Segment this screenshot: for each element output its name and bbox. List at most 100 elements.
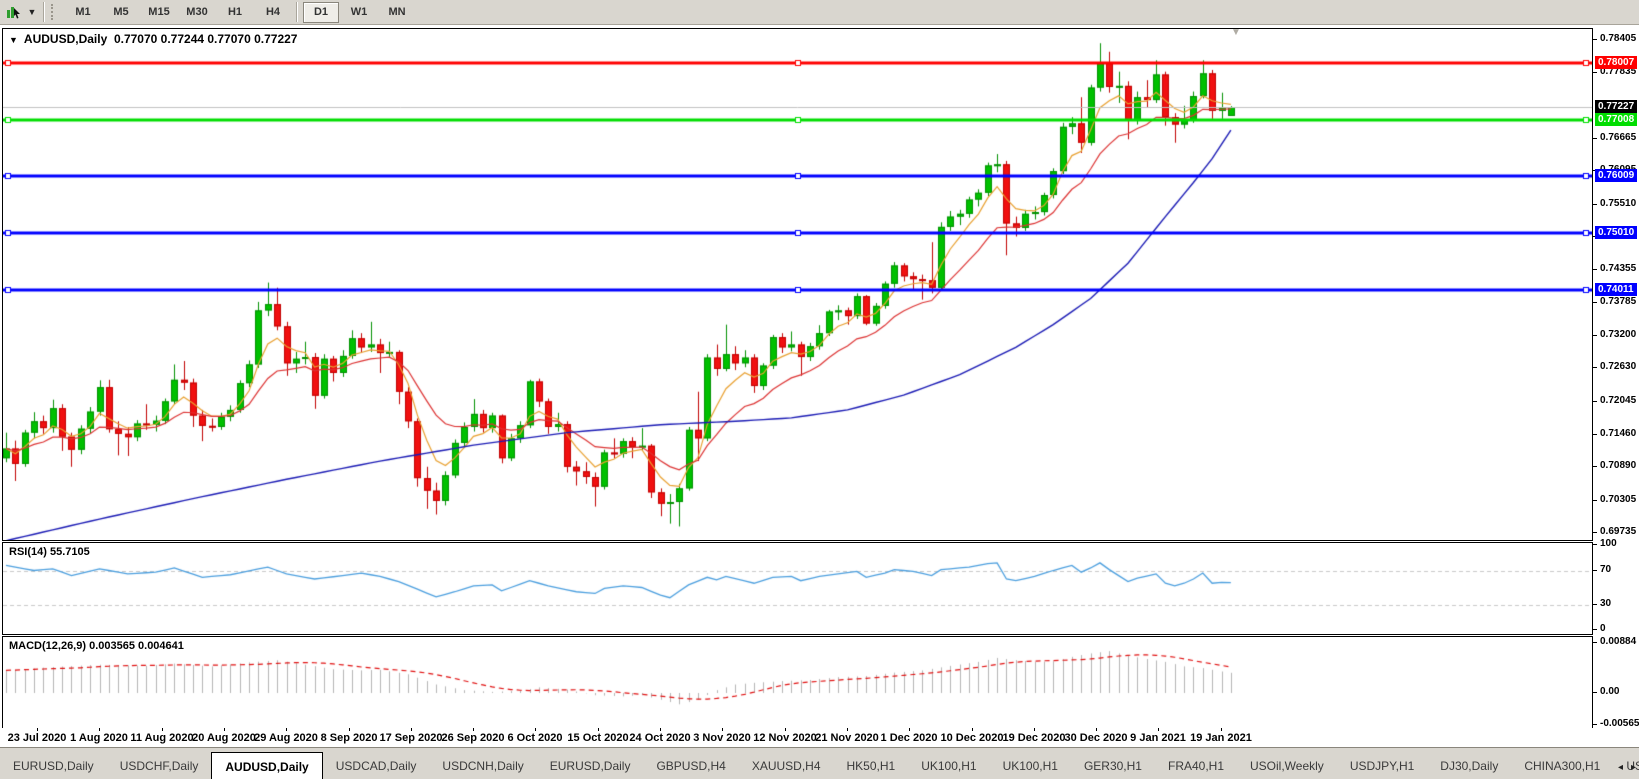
tick-dash	[1593, 39, 1597, 40]
price-level-badge: 0.77008	[1595, 113, 1637, 126]
date-axis-label: 26 Sep 2020	[442, 732, 505, 744]
date-tick-mark	[473, 728, 474, 731]
tick-dash	[1593, 532, 1597, 533]
chart-ohlc-values: 0.77070 0.77244 0.77070 0.77227	[114, 32, 298, 46]
date-axis-label: 23 Jul 2020	[8, 732, 67, 744]
date-axis-label: 24 Oct 2020	[629, 732, 690, 744]
date-axis-label: 19 Dec 2020	[1003, 732, 1066, 744]
timeframe-toolbar: ▼ M1M5M15M30H1H4 D1W1MN	[0, 0, 1639, 25]
scroll-to-end-icon[interactable]: ▼	[1231, 27, 1241, 38]
date-tick-mark	[411, 728, 412, 731]
date-tick-mark	[722, 728, 723, 731]
date-axis-label: 1 Dec 2020	[881, 732, 938, 744]
date-axis-label: 17 Sep 2020	[380, 732, 443, 744]
date-axis-label: 15 Oct 2020	[567, 732, 628, 744]
macd-label: MACD(12,26,9) 0.003565 0.004641	[9, 640, 184, 652]
cursor-dropdown-caret-icon[interactable]: ▼	[25, 2, 39, 22]
chart-tab-hk50-h1[interactable]: HK50,H1	[834, 754, 909, 778]
tab-scroll-arrows: ◂ ▸	[1618, 762, 1636, 773]
chart-tab-usdcnh-daily[interactable]: USDCNH,Daily	[429, 754, 536, 778]
timeframe-buttons-group: M1M5M15M30H1H4 D1W1MN	[64, 2, 416, 23]
timeframe-button-h1[interactable]: H1	[217, 2, 253, 23]
timeframe-button-mn[interactable]: MN	[379, 2, 415, 23]
chart-title-caret-icon[interactable]: ▼	[9, 35, 18, 45]
timeframe-button-m1[interactable]: M1	[65, 2, 101, 23]
tab-scroll-left-icon[interactable]: ◂	[1618, 762, 1623, 773]
date-tick-mark	[1034, 728, 1035, 731]
chart-tab-bar: EURUSD,DailyUSDCHF,DailyAUDUSD,DailyUSDC…	[0, 747, 1639, 779]
chart-tab-dj30-daily[interactable]: DJ30,Daily	[1427, 754, 1511, 778]
tick-dash	[1593, 500, 1597, 501]
price-chart-canvas[interactable]	[3, 29, 1592, 540]
tick-dash	[1593, 269, 1597, 270]
chart-tab-eurusd-daily[interactable]: EURUSD,Daily	[537, 754, 644, 778]
rsi-canvas[interactable]	[3, 543, 1592, 634]
tick-dash	[1593, 72, 1597, 73]
timeframe-button-m5[interactable]: M5	[103, 2, 139, 23]
macd-canvas[interactable]	[3, 637, 1592, 728]
tick-dash	[1593, 466, 1597, 467]
price-level-badge: 0.75010	[1595, 226, 1637, 239]
date-tick-mark	[1158, 728, 1159, 731]
chart-tab-usdchf-daily[interactable]: USDCHF,Daily	[107, 754, 212, 778]
rsi-indicator-pane: RSI(14) 55.7105	[2, 542, 1593, 635]
date-tick-mark	[909, 728, 910, 731]
timeframe-button-m30[interactable]: M30	[179, 2, 215, 23]
chart-tab-xauusd-h4[interactable]: XAUUSD,H4	[739, 754, 834, 778]
date-axis-label: 11 Aug 2020	[130, 732, 193, 744]
tick-dash	[1593, 401, 1597, 402]
tab-scroll-right-icon[interactable]: ▸	[1631, 762, 1636, 773]
date-axis-label: 3 Nov 2020	[693, 732, 750, 744]
date-tick-mark	[162, 728, 163, 731]
chart-tab-usoil-weekly[interactable]: USOil,Weekly	[1237, 754, 1337, 778]
timeframe-button-m15[interactable]: M15	[141, 2, 177, 23]
chart-cursor-icon[interactable]	[3, 2, 25, 22]
date-tick-mark	[785, 728, 786, 731]
date-axis[interactable]: 23 Jul 20201 Aug 202011 Aug 202020 Aug 2…	[0, 728, 1639, 747]
chart-tab-ger30-h1[interactable]: GER30,H1	[1071, 754, 1155, 778]
tick-dash	[1593, 604, 1597, 605]
chart-tab-usdjpy-h1[interactable]: USDJPY,H1	[1337, 754, 1427, 778]
macd-indicator-pane: MACD(12,26,9) 0.003565 0.004641	[2, 636, 1593, 729]
timeframe-button-w1[interactable]: W1	[341, 2, 377, 23]
toolbar-separator	[43, 2, 45, 22]
tick-dash	[1593, 367, 1597, 368]
tick-dash	[1593, 302, 1597, 303]
date-axis-label: 29 Aug 2020	[254, 732, 318, 744]
price-level-badge: 0.77227	[1595, 100, 1637, 113]
chart-tab-china300-h1[interactable]: CHINA300,H1	[1511, 754, 1613, 778]
chart-tab-eurusd-daily[interactable]: EURUSD,Daily	[0, 754, 107, 778]
date-tick-mark	[535, 728, 536, 731]
chart-tab-uk100-h1[interactable]: UK100,H1	[908, 754, 989, 778]
date-axis-label: 19 Jan 2021	[1190, 732, 1252, 744]
chart-tab-usdcad-daily[interactable]: USDCAD,Daily	[323, 754, 430, 778]
tick-dash	[1593, 724, 1597, 725]
price-level-badge: 0.74011	[1595, 283, 1637, 296]
date-tick-mark	[1221, 728, 1222, 731]
tick-dash	[1593, 434, 1597, 435]
date-tick-mark	[847, 728, 848, 731]
chart-tab-gbpusd-h4[interactable]: GBPUSD,H4	[643, 754, 738, 778]
tick-dash	[1593, 629, 1597, 630]
date-tick-mark	[972, 728, 973, 731]
chart-cursor-glyph	[6, 4, 22, 20]
price-level-badge: 0.78007	[1595, 56, 1637, 69]
date-axis-label: 20 Aug 2020	[192, 732, 256, 744]
date-axis-label: 1 Aug 2020	[70, 732, 128, 744]
date-tick-mark	[286, 728, 287, 731]
date-tick-mark	[1096, 728, 1097, 731]
chart-tab-uk100-h1[interactable]: UK100,H1	[990, 754, 1071, 778]
chart-tab-audusd-daily[interactable]: AUDUSD,Daily	[211, 752, 322, 779]
timeframe-button-d1[interactable]: D1	[303, 2, 339, 23]
timeframe-button-h4[interactable]: H4	[255, 2, 291, 23]
toolbar-drag-handle[interactable]	[51, 4, 58, 20]
date-axis-label: 30 Dec 2020	[1065, 732, 1128, 744]
price-axis[interactable]: 0.784050.778350.766650.760950.755100.749…	[1593, 28, 1639, 728]
date-tick-mark	[660, 728, 661, 731]
date-axis-label: 8 Sep 2020	[321, 732, 378, 744]
chart-tab-fra40-h1[interactable]: FRA40,H1	[1155, 754, 1237, 778]
chart-symbol-label: AUDUSD,Daily	[24, 32, 107, 46]
tick-dash	[1593, 692, 1597, 693]
date-tick-mark	[37, 728, 38, 731]
date-tick-mark	[224, 728, 225, 731]
